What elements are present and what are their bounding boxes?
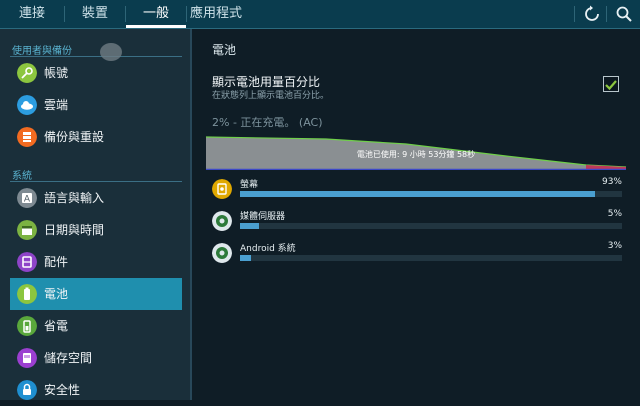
app-percent: 3%	[607, 241, 622, 251]
section-header-system: 系統	[12, 171, 32, 182]
calendar-icon	[17, 220, 37, 240]
sidebar-item-label: 語言與輸入	[44, 191, 105, 205]
checkmark-icon	[605, 80, 617, 91]
tab-connections[interactable]: 連接	[0, 0, 64, 28]
sidebar-item-language-input[interactable]: A 語言與輸入	[10, 182, 182, 214]
app-percent: 5%	[607, 209, 622, 219]
charging-status: 2% - 正在充電。 (AC)	[212, 116, 323, 129]
sidebar-item-storage[interactable]: 儲存空間	[10, 342, 182, 374]
sidebar-item-label: 電池	[44, 287, 69, 301]
lock-icon	[17, 380, 37, 400]
power-saving-icon	[17, 316, 37, 336]
sidebar-item-label: 儲存空間	[44, 351, 93, 365]
key-icon	[17, 63, 37, 83]
section-header-user-backup: 使用者與備份	[12, 46, 72, 57]
tab-divider	[186, 6, 187, 22]
usage-bar-fill	[240, 191, 596, 197]
usage-bar-fill	[240, 223, 260, 229]
app-percent: 93%	[601, 177, 622, 187]
sidebar-item-label: 安全性	[44, 383, 81, 397]
svg-text:A: A	[24, 195, 31, 205]
android-icon	[212, 211, 232, 231]
sidebar-item-label: 備份與重設	[44, 130, 105, 144]
usage-bar-track	[240, 255, 622, 261]
app-name: Android 系統	[240, 244, 296, 254]
show-percent-checkbox[interactable]	[603, 76, 619, 92]
sidebar-item-label: 省電	[44, 319, 69, 333]
show-percent-description: 在狀態列上顯示電池百分比。	[212, 91, 330, 101]
storage-icon	[17, 348, 37, 368]
sidebar-item-accessories[interactable]: 配件	[10, 246, 182, 278]
usage-bar-track	[240, 223, 622, 229]
android-icon	[212, 243, 232, 263]
app-usage-row[interactable]: 媒體伺服器 5%	[212, 206, 622, 238]
sidebar-item-battery[interactable]: 電池	[10, 278, 182, 310]
sidebar-item-label: 日期與時間	[44, 223, 105, 237]
sidebar-item-date-time[interactable]: 日期與時間	[10, 214, 182, 246]
usage-bar-track	[240, 191, 622, 197]
tab-applications[interactable]: 應用程式	[190, 0, 250, 28]
accessory-icon	[17, 252, 37, 272]
sidebar-item-label: 帳號	[44, 66, 69, 80]
app-name: 螢幕	[240, 180, 259, 190]
sidebar-item-security[interactable]: 安全性	[10, 374, 182, 406]
page-title: 電池	[212, 43, 237, 57]
battery-panel: 電池 顯示電池用量百分比 在狀態列上顯示電池百分比。 2% - 正在充電。 (A…	[192, 29, 640, 400]
settings-sidebar: 使用者與備份 帳號 雲端 備份與重設 系統 A 語言與輸入 日期與時間 配件 電…	[0, 29, 190, 400]
keyboard-icon: A	[17, 188, 37, 208]
backup-icon	[17, 127, 37, 147]
screen-icon	[212, 179, 232, 199]
floating-handle[interactable]	[100, 43, 122, 61]
app-usage-row[interactable]: Android 系統 3%	[212, 238, 622, 270]
battery-icon	[17, 284, 37, 304]
search-icon[interactable]	[614, 4, 634, 24]
battery-usage-graph: 電池已使用: 9 小時 53分鐘 58秒	[206, 136, 626, 170]
usage-bar-fill	[240, 255, 252, 261]
app-name: 媒體伺服器	[240, 212, 286, 222]
tab-general[interactable]: 一般	[126, 0, 186, 28]
usage-time-label: 電池已使用: 9 小時 53分鐘 58秒	[357, 149, 475, 159]
tab-divider	[574, 6, 575, 22]
app-usage-row[interactable]: 螢幕 93%	[212, 174, 622, 206]
tab-divider	[606, 6, 607, 22]
cloud-icon	[17, 95, 37, 115]
top-tab-bar: 連接 裝置 一般 應用程式	[0, 0, 640, 29]
sidebar-item-cloud[interactable]: 雲端	[10, 89, 182, 121]
sidebar-item-label: 雲端	[44, 98, 69, 112]
sidebar-item-power-saving[interactable]: 省電	[10, 310, 182, 342]
sidebar-item-label: 配件	[44, 255, 69, 269]
refresh-icon[interactable]	[582, 4, 602, 24]
sidebar-item-backup-reset[interactable]: 備份與重設	[10, 121, 182, 153]
tab-device[interactable]: 裝置	[65, 0, 125, 28]
sidebar-item-accounts[interactable]: 帳號	[10, 57, 182, 89]
